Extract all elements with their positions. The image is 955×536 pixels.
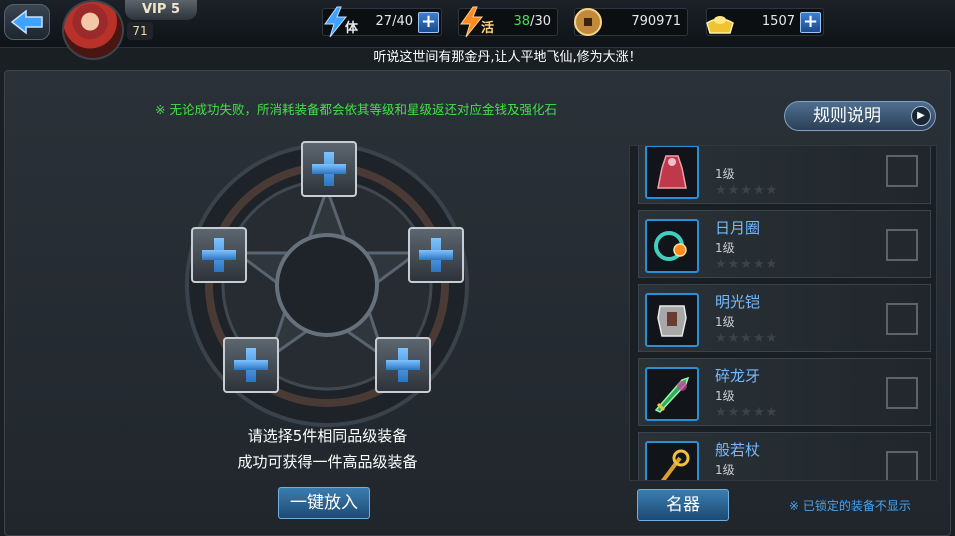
- list-item[interactable]: 明光铠 1级 ★★★★★: [638, 284, 931, 352]
- back-button[interactable]: [4, 4, 50, 40]
- vip-badge[interactable]: VIP 5: [125, 0, 197, 20]
- equip-slot-1[interactable]: [301, 141, 357, 197]
- select-checkbox[interactable]: [886, 377, 918, 409]
- item-name: 碎龙牙: [715, 367, 761, 385]
- equip-slot-3[interactable]: [408, 227, 464, 283]
- equip-slot-2[interactable]: [191, 227, 247, 283]
- notice-text: ※ 无论成功失败，所消耗装备都会依其等级和星级返还对应金钱及强化石: [155, 102, 557, 117]
- stamina-value: 27/40: [375, 14, 413, 29]
- item-stars: ★★★★★: [715, 257, 779, 272]
- dragon-blade-icon: [645, 367, 699, 421]
- equip-slot-4[interactable]: [223, 337, 279, 393]
- hint-line-1: 请选择5件相同品级装备: [247, 427, 408, 445]
- forge-circle: [181, 139, 473, 431]
- item-stars: ★★★★★: [715, 405, 779, 420]
- coin-icon: [574, 8, 602, 36]
- item-stars: ★★★★★: [715, 183, 779, 198]
- marquee-text: 听说这世间有那金丹,让人平地飞仙,修为大涨！: [373, 50, 642, 65]
- item-name: 般若杖: [715, 441, 761, 459]
- player-level: 71: [127, 22, 153, 40]
- plus-icon: [232, 346, 270, 384]
- gold-resource: 1507 +: [706, 8, 824, 36]
- one-key-fill-button[interactable]: 一键放入: [278, 487, 370, 519]
- back-arrow-icon: [10, 9, 43, 35]
- coins-resource: 790971: [574, 8, 688, 36]
- play-arrow-icon: ▶: [911, 106, 931, 126]
- select-checkbox[interactable]: [886, 451, 918, 480]
- plus-icon: [310, 150, 348, 188]
- rules-button-label: 规则说明: [813, 106, 881, 126]
- item-stars: ★★★★★: [715, 479, 778, 480]
- select-checkbox[interactable]: [886, 303, 918, 335]
- add-stamina-button[interactable]: +: [418, 12, 439, 33]
- rules-button[interactable]: 规则说明 ▶: [784, 101, 936, 131]
- staff-icon: [645, 441, 699, 480]
- locked-note: ※ 已锁定的装备不显示: [789, 499, 911, 513]
- item-stars: ★★★★★: [715, 331, 779, 346]
- item-level: 1级: [715, 315, 735, 329]
- coins-value: 790971: [631, 14, 681, 29]
- stamina-resource: 体 27/40 +: [322, 6, 442, 38]
- plus-icon: [200, 236, 238, 274]
- select-checkbox[interactable]: [886, 229, 918, 261]
- gold-ingot-icon: [706, 16, 734, 34]
- list-item[interactable]: 般若杖 1级 ★★★★★: [638, 432, 931, 480]
- main-panel: ※ 无论成功失败，所消耗装备都会依其等级和星级返还对应金钱及强化石 规则说明 ▶…: [4, 70, 951, 536]
- item-level: 1级: [715, 463, 735, 477]
- item-name: 明光铠: [715, 293, 761, 311]
- item-level: 1级: [715, 241, 735, 255]
- list-item[interactable]: 碎龙牙 1级 ★★★★★: [638, 358, 931, 426]
- select-checkbox[interactable]: [886, 155, 918, 187]
- plus-icon: [384, 346, 422, 384]
- vitality-resource: 活 38/30: [458, 6, 558, 38]
- item-level: 1级: [715, 389, 735, 403]
- ring-weapon-icon: [645, 219, 699, 273]
- vitality-value: 38/30: [513, 14, 551, 29]
- selection-hint: 请选择5件相同品级装备 成功可获得一件高品级装备: [185, 423, 470, 475]
- gold-value: 1507: [761, 14, 795, 29]
- equip-slot-5[interactable]: [375, 337, 431, 393]
- stamina-label: 体: [345, 21, 359, 36]
- robe-icon: [645, 146, 699, 199]
- hint-line-2: 成功可获得一件高品级装备: [237, 453, 418, 471]
- armor-icon: [645, 293, 699, 347]
- top-bar: VIP 5 71 体 27/40 + 活 38/30 790971 1507 +: [0, 0, 955, 60]
- item-name: 日月圈: [715, 219, 761, 237]
- list-item[interactable]: 1级 ★★★★★: [638, 146, 931, 204]
- add-gold-button[interactable]: +: [800, 12, 821, 33]
- vitality-label: 活: [481, 21, 495, 36]
- category-button[interactable]: 名器: [637, 489, 729, 521]
- item-level: 1级: [715, 167, 735, 181]
- list-item[interactable]: 日月圈 1级 ★★★★★: [638, 210, 931, 278]
- equipment-list[interactable]: 1级 ★★★★★ 日月圈 1级 ★★★★★ 明光铠 1级 ★★★★★ 碎龙牙 1…: [629, 145, 937, 481]
- plus-icon: [417, 236, 455, 274]
